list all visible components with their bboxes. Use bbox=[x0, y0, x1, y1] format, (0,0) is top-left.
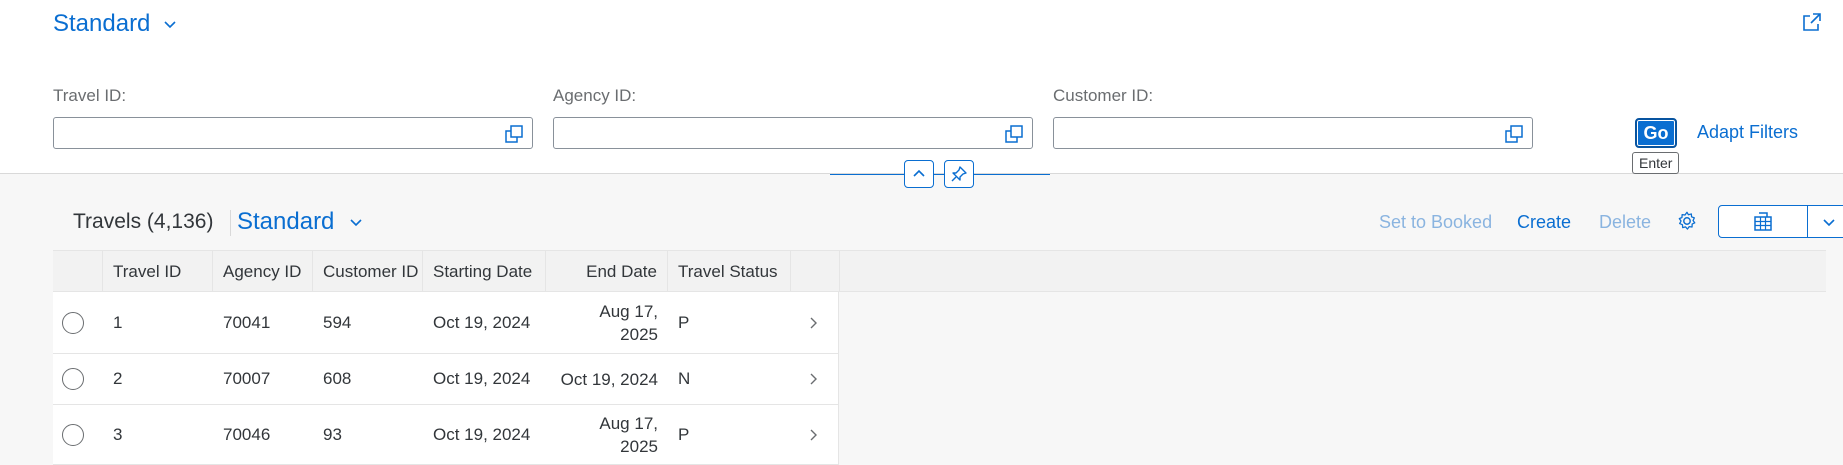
cell-customer-id: 93 bbox=[323, 424, 342, 444]
end-date-line: Oct 19, 2024 bbox=[560, 369, 658, 389]
cell-end-date: Oct 19, 2024 bbox=[546, 354, 668, 404]
value-help-icon[interactable] bbox=[1504, 124, 1524, 144]
table-variant-label: Standard bbox=[237, 208, 335, 235]
export-spreadsheet-icon bbox=[1754, 211, 1772, 231]
export-menu-button[interactable] bbox=[1808, 205, 1843, 238]
filter-agency-id: Agency ID: bbox=[553, 86, 1033, 149]
travel-id-input[interactable] bbox=[54, 118, 494, 148]
chevron-right-icon[interactable] bbox=[805, 315, 821, 331]
table-toolbar: Travels (4,136) Standard Set to Booked C… bbox=[0, 200, 1843, 244]
filter-travel-id: Travel ID: bbox=[53, 86, 533, 149]
end-date-line: 2025 bbox=[620, 324, 658, 344]
delete-button[interactable]: Delete bbox=[1599, 212, 1651, 233]
filter-label: Customer ID: bbox=[1053, 86, 1154, 105]
cell-travel-status: P bbox=[678, 312, 690, 332]
create-button[interactable]: Create bbox=[1517, 212, 1571, 233]
table-body: 1 70041 594 Oct 19, 2024 Aug 17, 2025 P … bbox=[53, 292, 839, 465]
chevron-down-icon bbox=[164, 21, 176, 29]
column-header-customer-id[interactable]: Customer ID bbox=[313, 251, 423, 292]
collapse-header-button[interactable] bbox=[904, 160, 934, 188]
cell-customer-id: 594 bbox=[323, 312, 352, 332]
table-title: Travels (4,136) bbox=[73, 210, 214, 233]
cell-travel-id: 3 bbox=[113, 424, 123, 444]
cell-end-date: Aug 17, 2025 bbox=[546, 292, 668, 353]
pin-header-button[interactable] bbox=[944, 160, 974, 188]
set-to-booked-button[interactable]: Set to Booked bbox=[1379, 212, 1492, 233]
export-button[interactable] bbox=[1718, 205, 1808, 238]
travel-id-field[interactable] bbox=[53, 117, 533, 149]
cell-agency-id: 70007 bbox=[223, 369, 271, 388]
value-help-icon[interactable] bbox=[1004, 124, 1024, 144]
go-button[interactable]: Go bbox=[1635, 118, 1677, 148]
adapt-filters-button[interactable]: Adapt Filters bbox=[1697, 122, 1798, 143]
table-row[interactable]: 1 70041 594 Oct 19, 2024 Aug 17, 2025 P bbox=[53, 292, 839, 354]
end-date-line: 2025 bbox=[620, 436, 658, 456]
cell-travel-id: 1 bbox=[113, 312, 123, 332]
gear-icon[interactable] bbox=[1676, 210, 1698, 232]
column-header-travel-status[interactable]: Travel Status bbox=[668, 251, 791, 292]
cell-travel-status: N bbox=[678, 369, 691, 388]
collapse-divider bbox=[830, 174, 1050, 175]
export-button-group bbox=[1718, 205, 1843, 238]
end-date-line: Aug 17, bbox=[599, 413, 658, 433]
variant-label: Standard bbox=[53, 10, 151, 37]
table-row[interactable]: 2 70007 608 Oct 19, 2024 Oct 19, 2024 N bbox=[53, 354, 839, 405]
customer-id-field[interactable] bbox=[1053, 117, 1533, 149]
filter-customer-id: Customer ID: bbox=[1053, 86, 1533, 149]
chevron-right-icon[interactable] bbox=[805, 427, 821, 443]
cell-agency-id: 70041 bbox=[223, 312, 271, 332]
chevron-down-icon bbox=[1822, 218, 1835, 226]
cell-starting-date: Oct 19, 2024 bbox=[433, 312, 531, 332]
chevron-up-icon bbox=[913, 169, 925, 177]
column-header-travel-id[interactable]: Travel ID bbox=[103, 251, 213, 292]
cell-travel-id: 2 bbox=[113, 369, 123, 388]
cell-agency-id: 70046 bbox=[223, 424, 271, 444]
share-icon[interactable] bbox=[1801, 11, 1823, 33]
row-select-radio[interactable] bbox=[62, 311, 84, 334]
row-select-radio[interactable] bbox=[62, 368, 84, 390]
cell-travel-status: P bbox=[678, 424, 690, 444]
column-header-end-date[interactable]: End Date bbox=[546, 251, 668, 292]
end-date-line: Aug 17, bbox=[599, 301, 658, 321]
agency-id-input[interactable] bbox=[554, 118, 994, 148]
table-row[interactable]: 3 70046 93 Oct 19, 2024 Aug 17, 2025 P bbox=[53, 405, 839, 465]
cell-end-date: Aug 17, 2025 bbox=[546, 405, 668, 464]
selection-column-header bbox=[53, 251, 103, 292]
filter-bar: Standard Travel ID: Agency ID: Customer … bbox=[0, 0, 1843, 174]
cell-starting-date: Oct 19, 2024 bbox=[433, 369, 531, 388]
row-select-radio[interactable] bbox=[62, 423, 84, 446]
table-variant-selector[interactable]: Standard bbox=[237, 208, 364, 236]
agency-id-field[interactable] bbox=[553, 117, 1033, 149]
chevron-down-icon bbox=[350, 219, 362, 227]
travels-table: Travel ID Agency ID Customer ID Starting… bbox=[53, 250, 1826, 465]
column-header-starting-date[interactable]: Starting Date bbox=[423, 251, 546, 292]
navigation-column-header bbox=[791, 251, 840, 292]
pin-icon bbox=[951, 166, 967, 182]
toolbar-separator bbox=[230, 210, 231, 236]
go-tooltip: Enter bbox=[1632, 152, 1680, 174]
customer-id-input[interactable] bbox=[1054, 118, 1494, 148]
cell-starting-date: Oct 19, 2024 bbox=[433, 424, 531, 444]
cell-customer-id: 608 bbox=[323, 369, 352, 388]
value-help-icon[interactable] bbox=[504, 124, 524, 144]
column-header-agency-id[interactable]: Agency ID bbox=[213, 251, 313, 292]
chevron-right-icon[interactable] bbox=[805, 371, 821, 387]
variant-selector[interactable]: Standard bbox=[53, 10, 178, 38]
filter-label: Agency ID: bbox=[553, 86, 637, 105]
table-header: Travel ID Agency ID Customer ID Starting… bbox=[53, 250, 1826, 292]
filter-label: Travel ID: bbox=[53, 86, 127, 105]
